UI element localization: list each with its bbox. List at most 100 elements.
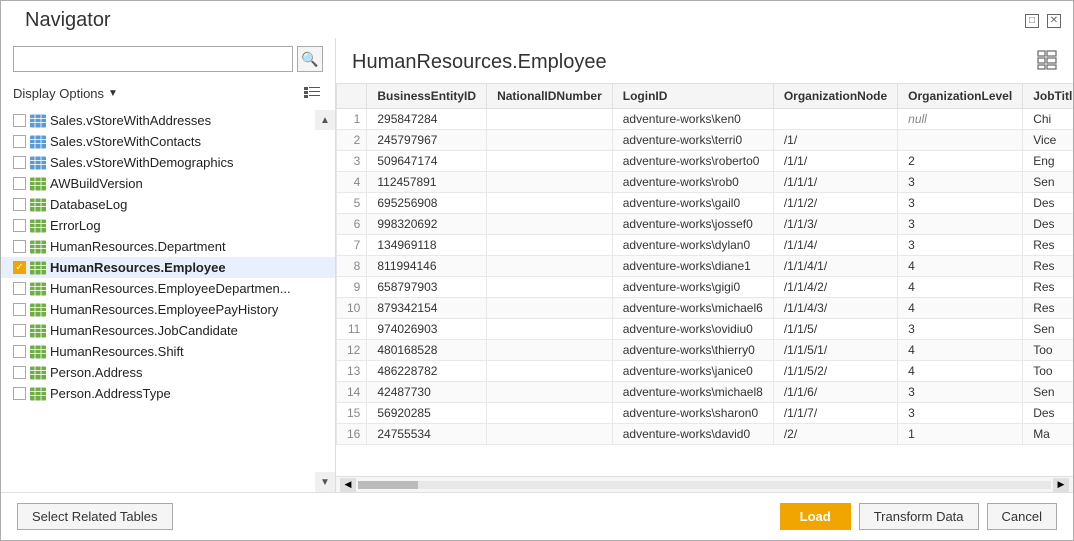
- item-checkbox[interactable]: [13, 324, 26, 337]
- table-cell: adventure-works\gigi0: [612, 277, 773, 298]
- scroll-up-button[interactable]: ▲: [315, 110, 335, 130]
- table-cell: /2/: [773, 424, 897, 445]
- table-cell: 3: [898, 172, 1023, 193]
- item-label: Sales.vStoreWithAddresses: [50, 113, 211, 128]
- list-item[interactable]: ✓ HumanResources.Employee: [1, 257, 335, 278]
- table-cell: /1/1/4/3/: [773, 298, 897, 319]
- list-item[interactable]: HumanResources.JobCandidate: [1, 320, 335, 341]
- nav-list[interactable]: Sales.vStoreWithAddresses Sales.vStoreWi…: [1, 110, 335, 492]
- list-item[interactable]: HumanResources.EmployeeDepartmen...: [1, 278, 335, 299]
- table-cell: Res: [1023, 277, 1073, 298]
- column-header[interactable]: NationalIDNumber: [487, 84, 613, 109]
- column-header[interactable]: JobTitl: [1023, 84, 1073, 109]
- item-checkbox[interactable]: [13, 303, 26, 316]
- search-input[interactable]: [13, 46, 293, 72]
- table-cell: [773, 109, 897, 130]
- list-item[interactable]: DatabaseLog: [1, 194, 335, 215]
- item-checkbox[interactable]: ✓: [13, 261, 26, 274]
- table-row: 1442487730adventure-works\michael8/1/1/6…: [337, 382, 1074, 403]
- table-cell: 4: [898, 298, 1023, 319]
- table-cell: adventure-works\david0: [612, 424, 773, 445]
- table-cell: 3: [898, 382, 1023, 403]
- list-item[interactable]: HumanResources.Shift: [1, 341, 335, 362]
- item-checkbox[interactable]: [13, 135, 26, 148]
- close-button[interactable]: ✕: [1047, 14, 1061, 28]
- load-button[interactable]: Load: [780, 503, 851, 530]
- list-item[interactable]: AWBuildVersion: [1, 173, 335, 194]
- item-label: Sales.vStoreWithContacts: [50, 134, 201, 149]
- table-cell: adventure-works\gail0: [612, 193, 773, 214]
- table-cell: 4: [898, 277, 1023, 298]
- table-cell: 56920285: [367, 403, 487, 424]
- table-cell: /1/1/2/: [773, 193, 897, 214]
- item-checkbox[interactable]: [13, 345, 26, 358]
- row-number: 4: [337, 172, 367, 193]
- table-cell: /1/: [773, 130, 897, 151]
- table-cell: [487, 151, 613, 172]
- table-cell: adventure-works\michael6: [612, 298, 773, 319]
- list-item[interactable]: Sales.vStoreWithContacts: [1, 131, 335, 152]
- item-checkbox[interactable]: [13, 387, 26, 400]
- table-cell: [487, 172, 613, 193]
- list-item[interactable]: Sales.vStoreWithDemographics: [1, 152, 335, 173]
- display-options-button[interactable]: Display Options ▼: [13, 86, 118, 101]
- table-cell: Res: [1023, 298, 1073, 319]
- table-cell: [487, 319, 613, 340]
- list-item[interactable]: Person.Address: [1, 362, 335, 383]
- table-cell: 24755534: [367, 424, 487, 445]
- table-cell: [487, 193, 613, 214]
- scroll-left-button[interactable]: ◀: [340, 478, 356, 492]
- data-table-container[interactable]: BusinessEntityIDNationalIDNumberLoginIDO…: [336, 83, 1073, 476]
- table-cell: 42487730: [367, 382, 487, 403]
- item-label: Sales.vStoreWithDemographics: [50, 155, 234, 170]
- restore-button[interactable]: □: [1025, 14, 1039, 28]
- item-label: Person.AddressType: [50, 386, 171, 401]
- column-header[interactable]: LoginID: [612, 84, 773, 109]
- cancel-button[interactable]: Cancel: [987, 503, 1057, 530]
- transform-data-button[interactable]: Transform Data: [859, 503, 979, 530]
- scroll-right-button[interactable]: ▶: [1053, 478, 1069, 492]
- column-header[interactable]: OrganizationNode: [773, 84, 897, 109]
- preview-options-button[interactable]: [1037, 50, 1057, 75]
- list-item[interactable]: HumanResources.EmployeePayHistory: [1, 299, 335, 320]
- item-checkbox[interactable]: [13, 282, 26, 295]
- table-cell: /1/1/1/: [773, 172, 897, 193]
- scroll-down-button[interactable]: ▼: [315, 472, 335, 492]
- item-checkbox[interactable]: [13, 177, 26, 190]
- table-icon: [30, 345, 46, 359]
- item-checkbox[interactable]: [13, 156, 26, 169]
- table-cell: [487, 256, 613, 277]
- table-cell: 974026903: [367, 319, 487, 340]
- list-item[interactable]: Sales.vStoreWithAddresses: [1, 110, 335, 131]
- row-number: 1: [337, 109, 367, 130]
- table-cell: [487, 277, 613, 298]
- row-number: 2: [337, 130, 367, 151]
- table-cell: adventure-works\janice0: [612, 361, 773, 382]
- list-view-button[interactable]: [301, 82, 323, 104]
- list-item[interactable]: Person.AddressType: [1, 383, 335, 404]
- table-icon: [30, 366, 46, 380]
- table-cell: adventure-works\rob0: [612, 172, 773, 193]
- row-number: 8: [337, 256, 367, 277]
- table-cell: /1/1/3/: [773, 214, 897, 235]
- column-header[interactable]: BusinessEntityID: [367, 84, 487, 109]
- item-checkbox[interactable]: [13, 240, 26, 253]
- table-cell: Sen: [1023, 319, 1073, 340]
- grid-view-icon: [1037, 50, 1057, 70]
- table-row: 13486228782adventure-works\janice0/1/1/5…: [337, 361, 1074, 382]
- item-checkbox[interactable]: [13, 366, 26, 379]
- select-related-button[interactable]: Select Related Tables: [17, 503, 173, 530]
- table-cell: 295847284: [367, 109, 487, 130]
- row-number: 6: [337, 214, 367, 235]
- list-item[interactable]: ErrorLog: [1, 215, 335, 236]
- table-cell: /1/1/: [773, 151, 897, 172]
- horizontal-scrollbar[interactable]: ◀ ▶: [336, 476, 1073, 492]
- item-checkbox[interactable]: [13, 219, 26, 232]
- row-number: 11: [337, 319, 367, 340]
- item-checkbox[interactable]: [13, 114, 26, 127]
- column-header[interactable]: OrganizationLevel: [898, 84, 1023, 109]
- list-item[interactable]: HumanResources.Department: [1, 236, 335, 257]
- table-row: 9658797903adventure-works\gigi0/1/1/4/2/…: [337, 277, 1074, 298]
- search-button[interactable]: 🔍: [297, 46, 323, 72]
- item-checkbox[interactable]: [13, 198, 26, 211]
